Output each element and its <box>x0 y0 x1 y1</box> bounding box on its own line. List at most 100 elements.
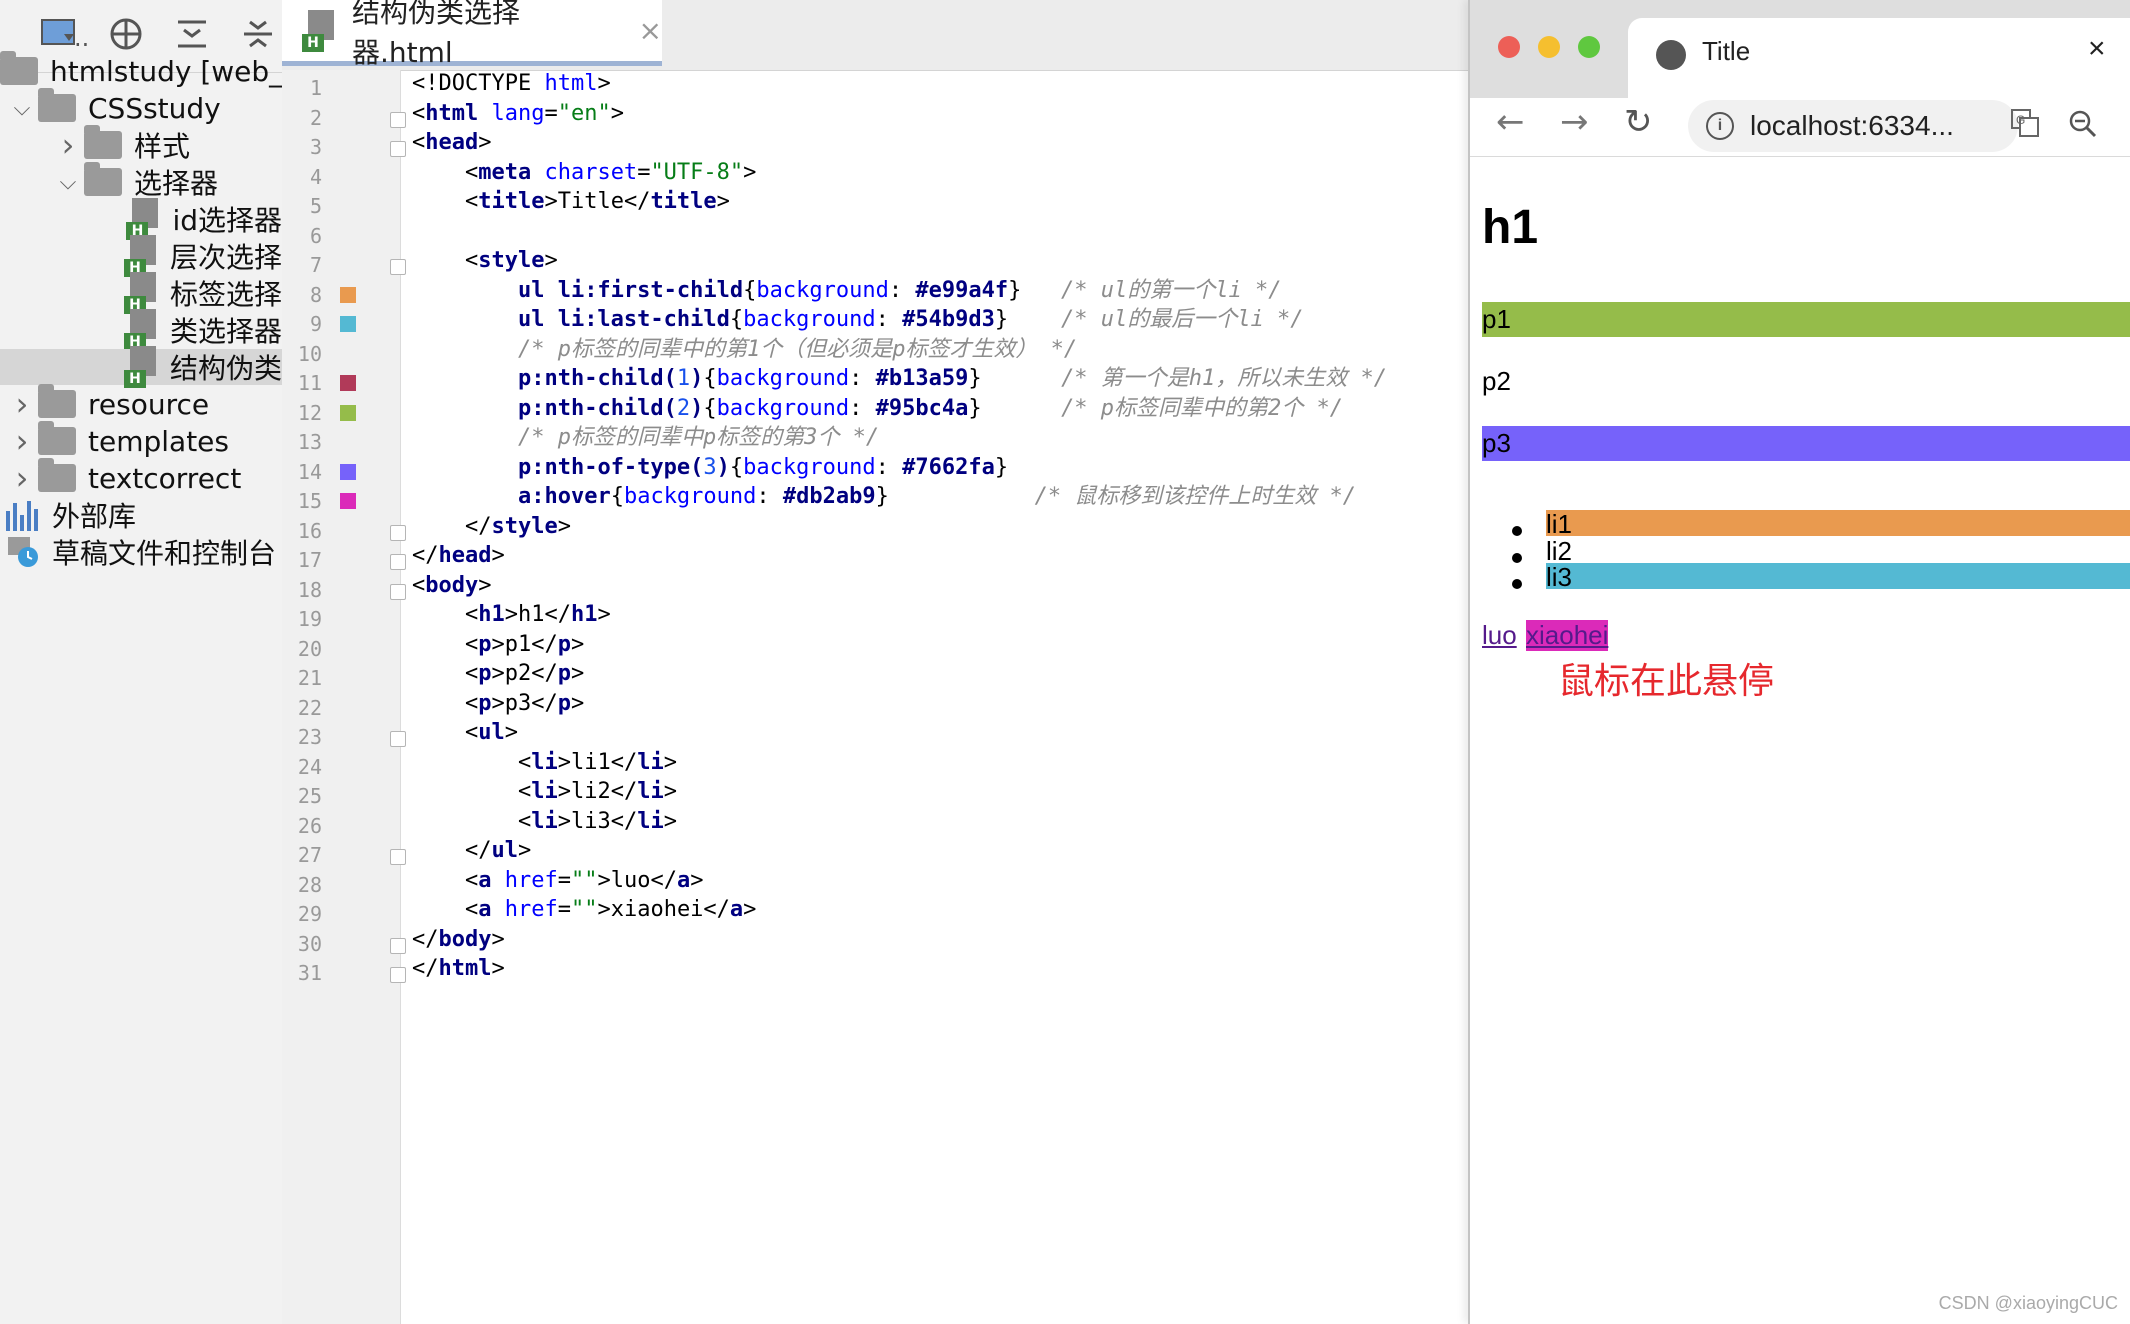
code-token: #54b9d3 <box>902 307 995 332</box>
code-token: :last-child <box>584 307 730 332</box>
chevron-down-icon[interactable]: ⌵ <box>52 170 84 195</box>
tree-item[interactable]: 外部库 <box>0 497 282 533</box>
tree-item[interactable]: › templates <box>0 421 282 460</box>
translate-icon[interactable]: G <box>2010 108 2040 145</box>
close-window-button[interactable] <box>1498 36 1520 58</box>
code-token: < <box>412 631 479 657</box>
color-swatch-icon[interactable] <box>340 493 356 509</box>
close-icon[interactable]: × <box>639 14 662 47</box>
code-token: li <box>531 749 558 775</box>
list-item: li1 <box>1546 510 2130 538</box>
html-file-icon: H <box>302 9 336 52</box>
fold-marker-icon[interactable] <box>390 524 406 541</box>
code-token: > <box>570 631 585 657</box>
tree-item[interactable]: H 层次选择 <box>0 235 282 277</box>
code-token: } <box>968 395 982 421</box>
fold-marker-icon[interactable] <box>390 967 406 983</box>
address-bar[interactable]: i localhost:6334... <box>1688 100 2018 152</box>
color-swatch-icon[interactable] <box>340 463 356 480</box>
close-icon[interactable]: × <box>2088 32 2106 66</box>
minimize-window-button[interactable] <box>1538 36 1560 58</box>
code-token: >Title</ <box>544 189 651 214</box>
code-token: > <box>478 130 492 155</box>
paragraph-p3: p3 <box>1482 426 2130 461</box>
color-swatch-icon[interactable] <box>340 375 356 391</box>
line-number: 12 <box>297 400 322 425</box>
code-token: > <box>544 248 558 273</box>
fold-marker-icon[interactable] <box>390 583 406 600</box>
code-token: h1 <box>570 602 598 627</box>
code-token: : <box>849 395 876 421</box>
reload-icon[interactable]: ↻ <box>1624 102 1653 142</box>
fold-marker-icon[interactable] <box>390 259 406 275</box>
editor-tab[interactable]: H 结构伪类选择器.html × <box>282 0 662 69</box>
color-swatch-icon[interactable] <box>340 404 356 421</box>
tree-item[interactable]: › resource <box>0 384 282 423</box>
tree-item[interactable]: H 结构伪类 <box>0 346 282 388</box>
code-token: >xiaohei</ <box>597 897 730 922</box>
info-icon[interactable]: i <box>1706 112 1734 140</box>
expand-icon[interactable] <box>238 16 278 56</box>
chevron-right-icon[interactable]: › <box>6 422 38 460</box>
line-number: 3 <box>309 135 322 159</box>
tree-item-label: CSSstudy <box>88 91 221 125</box>
code-token: { <box>729 307 744 332</box>
fold-marker-icon[interactable] <box>390 554 406 570</box>
code-token: style <box>478 248 545 273</box>
code-token: #7662fa <box>902 454 995 480</box>
project-view-icon[interactable]: .. <box>30 16 90 56</box>
list-item: li3 <box>1546 563 2130 591</box>
code-token: </ <box>412 838 492 863</box>
code-token: >li2</ <box>557 779 638 804</box>
collapse-icon[interactable] <box>172 16 212 56</box>
code-token: = <box>557 897 571 922</box>
code-token: < <box>412 690 479 716</box>
fold-marker-icon[interactable] <box>390 141 406 157</box>
browser-tab[interactable]: Title × <box>1628 18 2130 108</box>
code-token: #b13a59 <box>875 366 969 391</box>
code-token: >h1</ <box>504 602 571 627</box>
code-token: </ <box>412 926 439 952</box>
color-swatch-icon[interactable] <box>340 316 356 332</box>
tree-item[interactable]: ⌵ CSSstudy <box>0 88 282 126</box>
line-number: 7 <box>309 253 322 277</box>
color-swatch-icon[interactable] <box>340 286 356 303</box>
maximize-window-button[interactable] <box>1578 36 1600 58</box>
chevron-right-icon[interactable]: › <box>52 126 84 164</box>
html-file-icon: H <box>123 235 158 277</box>
tree-item[interactable]: ⌵ 选择器 <box>0 162 282 200</box>
tree-item-label: 样式 <box>134 130 191 163</box>
zoom-icon[interactable] <box>2068 108 2098 148</box>
fold-marker-icon[interactable] <box>390 731 406 747</box>
folder-icon <box>84 125 122 159</box>
bullet <box>1512 526 1522 536</box>
chevron-down-icon[interactable]: ⌵ <box>6 96 38 121</box>
chevron-right-icon[interactable]: › <box>6 459 38 497</box>
fold-marker-icon[interactable] <box>390 849 406 865</box>
link-xiaohei[interactable]: xiaohei <box>1526 620 1609 651</box>
link-luo[interactable]: luo <box>1482 620 1517 651</box>
code-token: > <box>491 926 505 952</box>
tree-item[interactable]: htmlstudy [web_ <box>0 51 282 89</box>
code-token: > <box>597 71 611 96</box>
tree-item[interactable]: › 样式 <box>0 125 282 164</box>
fold-marker-icon[interactable] <box>390 937 406 954</box>
tree-item[interactable]: 草稿文件和控制台 <box>0 534 282 570</box>
code-token: p <box>412 454 532 480</box>
code-token: } <box>1008 277 1022 303</box>
forward-icon[interactable]: → <box>1560 102 1589 142</box>
tree-item[interactable]: Hid选择器 <box>0 198 282 240</box>
code-token: ul li <box>412 307 585 332</box>
editor-gutter: 1 2 3 4 5 6 7 8 9 10 11 12 13 14 15 16 17 18 19 20 21 22 23 24 2… <box>282 70 406 1324</box>
tree-item[interactable]: › textcorrect <box>0 458 282 497</box>
html-file-icon: H <box>126 198 160 240</box>
code-token: = <box>557 867 571 893</box>
target-icon[interactable] <box>106 16 146 56</box>
code-token: ul <box>491 838 518 863</box>
fold-marker-icon[interactable] <box>390 111 406 128</box>
tree-item[interactable]: H 标签选择 <box>0 272 282 314</box>
back-icon[interactable]: ← <box>1496 102 1525 142</box>
chevron-right-icon[interactable]: › <box>6 385 38 423</box>
code-token: > <box>663 749 677 775</box>
tree-item[interactable]: H 类选择器 <box>0 309 282 351</box>
